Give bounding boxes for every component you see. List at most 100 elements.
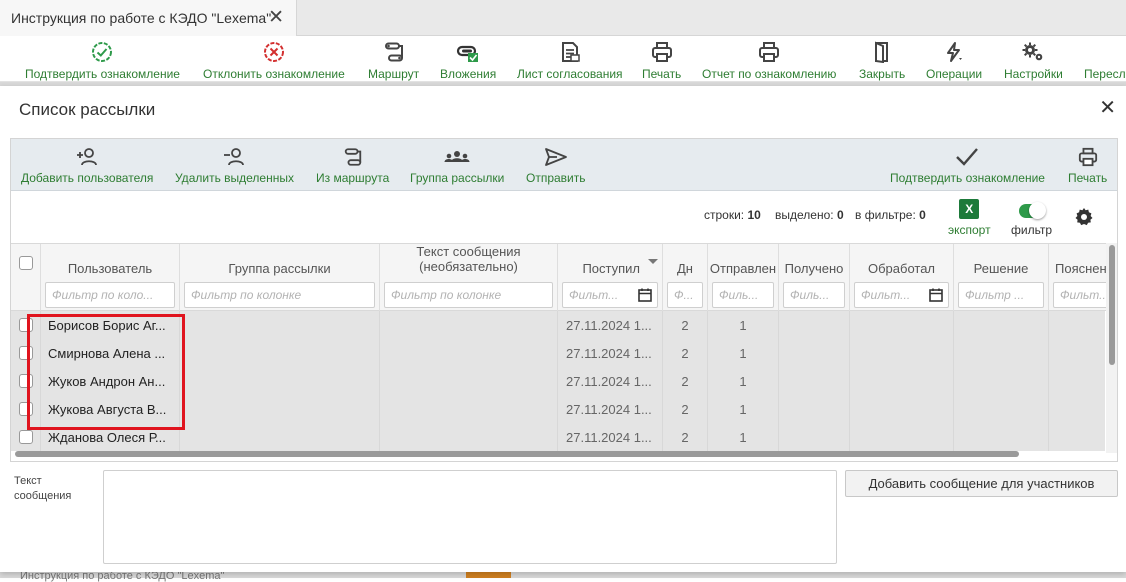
message-cell <box>380 311 558 339</box>
column-mailing-group[interactable]: Группа рассылки Фильтр по колонке <box>180 244 380 312</box>
column-days-title: Дн <box>677 261 693 276</box>
tab-bar: Инструкция по работе с КЭДО "Lexema" ✕ <box>0 0 1126 36</box>
column-sent-filter[interactable]: Филь... <box>712 282 774 308</box>
route-icon <box>342 145 364 169</box>
settings-button[interactable]: Настройки <box>1004 39 1063 81</box>
column-received-count-filter[interactable]: Филь... <box>783 282 845 308</box>
column-mailing-group-filter[interactable]: Фильтр по колонке <box>184 282 375 308</box>
remove-selected-button[interactable]: Удалить выделенных <box>175 145 294 185</box>
decision-cell <box>954 423 1049 451</box>
sent-cell: 1 <box>708 339 779 367</box>
group-cell <box>180 339 380 367</box>
acquaintance-report-button[interactable]: Отчет по ознакомлению <box>702 39 836 81</box>
column-processed[interactable]: Обработал Фильт... <box>850 244 954 312</box>
group-cell <box>180 423 380 451</box>
received-count-cell <box>779 367 850 395</box>
print-grid-label: Печать <box>1068 171 1108 185</box>
column-processed-filter-text: Фильт... <box>861 288 911 302</box>
received-cell: 27.11.2024 1... <box>558 423 663 451</box>
grid-settings-icon[interactable] <box>1074 207 1094 232</box>
column-sent[interactable]: Отправлен Филь... <box>708 244 779 312</box>
tab-close-icon[interactable]: ✕ <box>268 8 284 27</box>
selected-counter: выделено: 0 <box>775 208 844 222</box>
from-route-label: Из маршрута <box>316 171 390 185</box>
document-tab[interactable]: Инструкция по работе с КЭДО "Lexema" ✕ <box>0 0 297 36</box>
forward-button[interactable]: Пересл <box>1084 39 1126 81</box>
decision-cell <box>954 311 1049 339</box>
sort-desc-icon[interactable] <box>648 259 658 264</box>
route-label: Маршрут <box>368 67 420 81</box>
selected-counter-value: 0 <box>836 208 844 222</box>
printer-icon <box>758 39 780 65</box>
calendar-icon[interactable] <box>638 288 652 305</box>
send-button[interactable]: Отправить <box>526 145 586 185</box>
rows-counter: строки: 10 <box>704 208 761 222</box>
days-cell: 2 <box>663 423 708 451</box>
calendar-icon[interactable] <box>929 288 943 305</box>
processed-cell <box>850 339 954 367</box>
close-button[interactable]: Закрыть <box>859 39 905 81</box>
group-icon <box>444 145 470 169</box>
vertical-scrollbar[interactable] <box>1109 245 1115 365</box>
column-processed-filter[interactable]: Фильт... <box>854 282 949 308</box>
select-all-checkbox[interactable] <box>19 256 33 270</box>
rows-counter-value: 10 <box>747 208 761 222</box>
mailing-group-button[interactable]: Группа рассылки <box>410 145 504 185</box>
add-user-button[interactable]: Добавить пользователя <box>21 145 153 185</box>
column-decision-title: Решение <box>973 261 1029 276</box>
processed-cell <box>850 311 954 339</box>
column-received-count[interactable]: Получено Филь... <box>779 244 850 312</box>
from-route-button[interactable]: Из маршрута <box>316 145 389 185</box>
message-cell <box>380 395 558 423</box>
confirm-acquaintance-grid-button[interactable]: Подтвердить ознакомление <box>890 145 1045 185</box>
decision-cell <box>954 339 1049 367</box>
received-count-cell <box>779 339 850 367</box>
column-received[interactable]: Поступил Фильт... <box>558 244 663 312</box>
checkmark-icon <box>954 145 980 169</box>
column-message-text-title: Текст сообщения (необязательно) <box>416 244 521 274</box>
route-icon <box>383 39 405 65</box>
add-message-button[interactable]: Добавить сообщение для участников <box>845 470 1118 497</box>
days-cell: 2 <box>663 339 708 367</box>
column-decision[interactable]: Решение Фильтр ... <box>954 244 1049 312</box>
horizontal-scrollbar[interactable] <box>15 451 1019 457</box>
excel-icon: X <box>959 199 980 219</box>
filter-toggle-switch[interactable] <box>1018 202 1046 219</box>
confirm-acquaintance-button[interactable]: Подтвердить ознакомление <box>25 39 180 81</box>
column-received-filter[interactable]: Фильт... <box>562 282 658 308</box>
column-days-filter[interactable]: Ф... <box>667 282 703 308</box>
filter-counter: в фильтре: 0 <box>855 208 926 222</box>
export-button[interactable]: X экспорт <box>948 199 991 237</box>
print-button[interactable]: Печать <box>642 39 681 81</box>
column-decision-filter[interactable]: Фильтр ... <box>958 282 1044 308</box>
operations-label: Операции <box>926 67 983 81</box>
column-message-text[interactable]: Текст сообщения (необязательно) Фильтр п… <box>380 244 558 312</box>
paperclip-icon <box>455 39 481 65</box>
highlight-box <box>27 314 185 430</box>
mailing-list-dialog: Список рассылки ✕ Добавить пользователя … <box>0 86 1126 572</box>
row-checkbox[interactable] <box>19 430 33 444</box>
print-grid-button[interactable]: Печать <box>1068 145 1107 185</box>
attachments-button[interactable]: Вложения <box>440 39 496 81</box>
dialog-close-icon[interactable]: ✕ <box>1099 98 1116 118</box>
days-cell: 2 <box>663 311 708 339</box>
column-days[interactable]: Дн Ф... <box>663 244 708 312</box>
approval-sheet-button[interactable]: Лист согласования <box>517 39 623 81</box>
gears-icon <box>1021 39 1045 65</box>
filter-toggle[interactable]: фильтр <box>1011 201 1052 237</box>
group-cell <box>180 367 380 395</box>
column-message-text-filter[interactable]: Фильтр по колонке <box>384 282 553 308</box>
operations-button[interactable]: Операции <box>926 39 982 81</box>
message-textarea[interactable] <box>103 470 837 564</box>
reject-acquaintance-button[interactable]: Отклонить ознакомление <box>203 39 345 81</box>
printer-icon <box>651 39 673 65</box>
column-mailing-group-title: Группа рассылки <box>228 261 331 276</box>
column-user-filter[interactable]: Фильтр по коло... <box>45 282 175 308</box>
route-button[interactable]: Маршрут <box>368 39 419 81</box>
send-icon <box>544 145 568 169</box>
column-user[interactable]: Пользователь Фильтр по коло... <box>41 244 180 312</box>
confirm-acquaintance-grid-label: Подтвердить ознакомление <box>890 171 1045 185</box>
filter-toggle-label: фильтр <box>1011 223 1053 237</box>
received-count-cell <box>779 423 850 451</box>
filter-counter-label: в фильтре: <box>855 208 916 222</box>
